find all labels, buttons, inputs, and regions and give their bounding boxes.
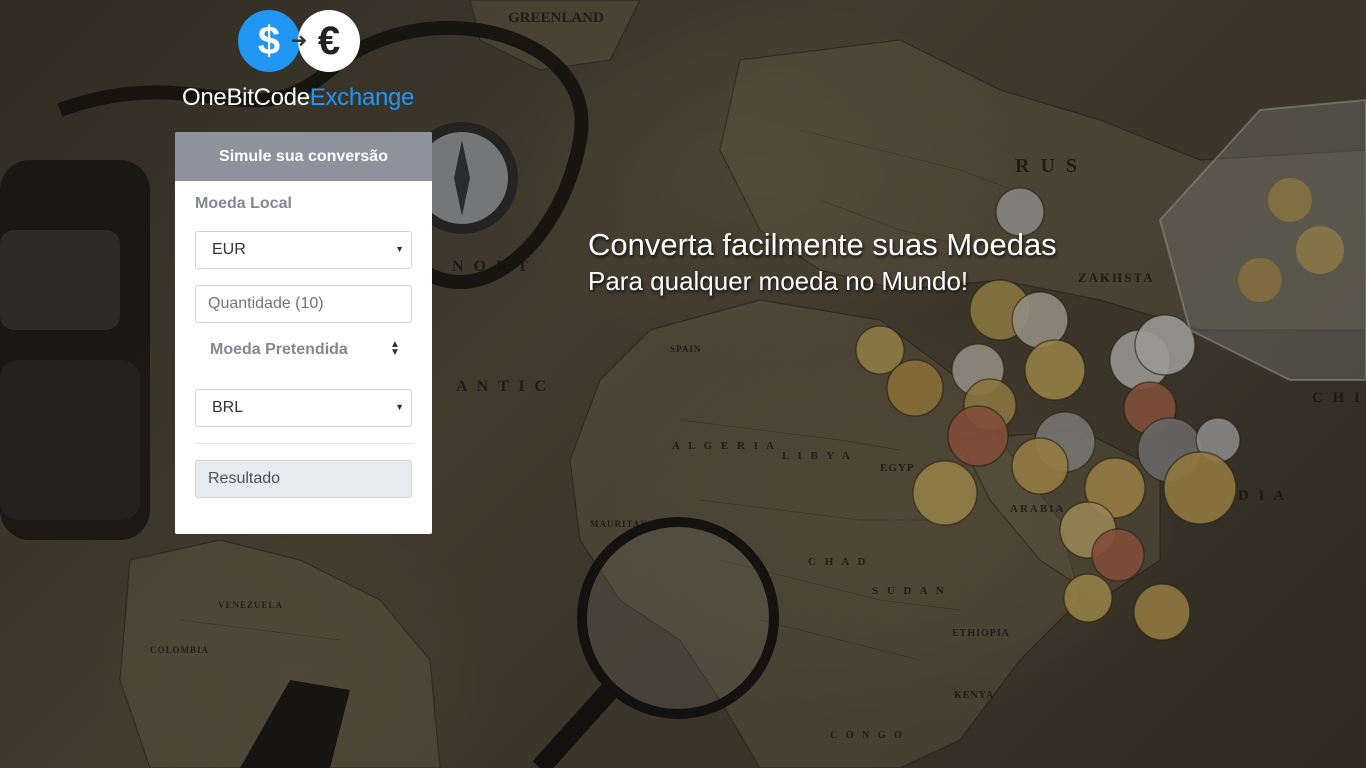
sort-icon[interactable]: ▲ ▼ bbox=[389, 340, 401, 359]
chevron-down-icon: ▼ bbox=[395, 244, 404, 254]
result-placeholder: Resultado bbox=[208, 470, 281, 487]
chevron-down-icon: ▼ bbox=[395, 402, 404, 412]
target-currency-label: Moeda Pretendida bbox=[210, 341, 348, 358]
form-divider bbox=[195, 443, 412, 444]
local-currency-select[interactable]: EUR ▼ bbox=[195, 231, 412, 269]
hero-headline: Converta facilmente suas Moedas bbox=[588, 227, 1057, 262]
converter-form: Moeda Local EUR ▼ Quantidade (10) Moeda … bbox=[175, 181, 432, 498]
local-currency-label: Moeda Local bbox=[195, 195, 292, 212]
target-currency-value: BRL bbox=[212, 399, 244, 416]
brand-wordmark: OneBitCodeExchange bbox=[182, 84, 414, 112]
swap-currency-row[interactable]: Moeda Pretendida ▲ ▼ bbox=[195, 331, 412, 369]
result-field: Resultado bbox=[195, 460, 412, 498]
arrow-right-icon: ➜ bbox=[290, 30, 308, 52]
amount-placeholder: Quantidade (10) bbox=[208, 295, 324, 312]
brand-name-part2: Exchange bbox=[309, 84, 415, 111]
converter-title: Simule sua conversão bbox=[175, 132, 432, 181]
amount-input[interactable]: Quantidade (10) bbox=[195, 285, 412, 323]
brand-name-part1: OneBitCode bbox=[182, 84, 310, 111]
hero-text: Converta facilmente suas Moedas Para qua… bbox=[588, 226, 1057, 298]
brand-logo[interactable]: $ € ➜ OneBitCodeExchange bbox=[178, 8, 428, 112]
hero-subheadline: Para qualquer moeda no Mundo! bbox=[588, 266, 969, 296]
target-currency-select[interactable]: BRL ▼ bbox=[195, 389, 412, 427]
converter-panel: Simule sua conversão Moeda Local EUR ▼ Q… bbox=[175, 132, 432, 534]
local-currency-value: EUR bbox=[212, 241, 246, 258]
